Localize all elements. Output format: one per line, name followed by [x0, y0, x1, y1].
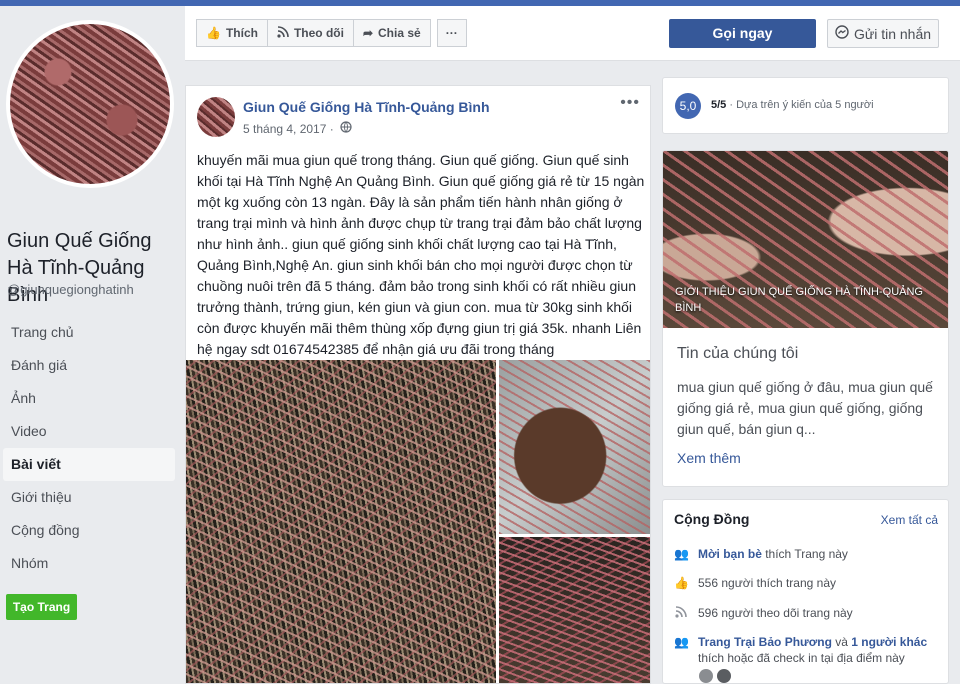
follow-button[interactable]: Theo dõi	[267, 19, 354, 47]
left-column: Giun Quế Giống Hà Tĩnh-Quảng Bình @giunq…	[0, 6, 184, 684]
follows-count: 596 người theo dõi trang này	[698, 606, 853, 620]
share-icon: ➦	[362, 26, 374, 40]
friend-avatars	[699, 669, 731, 683]
about-image-caption: GIỚI THIỆU GIUN QUẾ GIỐNG HÀ TĨNH-QUẢNG …	[675, 286, 923, 314]
post-options-button[interactable]: •••	[620, 94, 640, 112]
page-action-bar: 👍 Thích Theo dõi ➦ Chia sẻ ··· Gọi ngay …	[185, 6, 960, 61]
rating-detail: · Dựa trên ý kiến của 5 người	[726, 99, 874, 111]
community-title: Cộng Đồng	[674, 511, 750, 527]
post-photo-2[interactable]	[499, 360, 650, 534]
post-meta: 5 tháng 4, 2017 ·	[243, 121, 352, 136]
post-author-name[interactable]: Giun Quế Giống Hà Tĩnh-Quảng Bình	[243, 99, 490, 115]
globe-icon	[340, 121, 352, 136]
call-now-button[interactable]: Gọi ngay	[669, 19, 816, 48]
post-photo-1[interactable]	[186, 360, 496, 683]
friends-icon: 👥	[674, 635, 689, 649]
nav-item-groups[interactable]: Nhóm	[3, 547, 175, 580]
send-message-label: Gửi tin nhắn	[853, 25, 932, 42]
messenger-icon	[835, 25, 849, 42]
post-photo-3[interactable]	[499, 537, 650, 683]
page-nav: Trang chủ Đánh giá Ảnh Video Bài viết Gi…	[3, 316, 175, 580]
like-icon: 👍	[206, 26, 221, 40]
see-all-link[interactable]: Xem tất cả	[881, 513, 938, 527]
profile-picture[interactable]	[6, 20, 174, 188]
share-label: Chia sẻ	[378, 26, 421, 40]
post-author-avatar[interactable]	[197, 97, 235, 137]
checkin-text: thích hoặc đã check in tại địa điểm này	[698, 651, 905, 665]
rss-icon	[277, 25, 289, 41]
checkin-friend-link[interactable]: Trang Trại Bảo Phương	[698, 635, 832, 649]
community-card: Cộng Đồng Xem tất cả 👥 Mời bạn bè thích …	[662, 499, 949, 684]
rating-fraction: 5/5	[711, 99, 727, 111]
action-button-group: 👍 Thích Theo dõi ➦ Chia sẻ ···	[196, 19, 467, 47]
nav-item-home[interactable]: Trang chủ	[3, 316, 175, 349]
send-message-button[interactable]: Gửi tin nhắn	[827, 19, 939, 48]
create-page-button[interactable]: Tạo Trang	[6, 594, 77, 620]
invite-friends-link[interactable]: Mời bạn bè	[698, 547, 762, 561]
post-card: Giun Quế Giống Hà Tĩnh-Quảng Bình 5 thán…	[185, 85, 651, 684]
friends-icon: 👥	[674, 547, 689, 561]
follows-row: 596 người theo dõi trang này	[674, 605, 944, 621]
nav-item-community[interactable]: Cộng đồng	[3, 514, 175, 547]
post-date[interactable]: 5 tháng 4, 2017 ·	[243, 122, 334, 136]
like-label: Thích	[225, 26, 258, 40]
rating-card: 5,0 5/5 · Dựa trên ý kiến của 5 người	[662, 77, 949, 134]
nav-item-posts[interactable]: Bài viết	[3, 448, 175, 481]
more-options-button[interactable]: ···	[436, 19, 467, 47]
post-photo-grid	[186, 360, 650, 683]
invite-friends-text: thích Trang này	[761, 547, 848, 561]
checkin-and: và	[831, 635, 852, 649]
likes-count: 556 người thích trang này	[698, 576, 836, 590]
checkin-row: 👥 Trang Trại Bảo Phương và 1 người khác …	[674, 634, 944, 666]
nav-item-about[interactable]: Giới thiệu	[3, 481, 175, 514]
post-text: khuyến mãi mua giun quế trong tháng. Giu…	[197, 152, 645, 357]
nav-item-photos[interactable]: Ảnh	[3, 382, 175, 415]
rating-summary[interactable]: 5/5 · Dựa trên ý kiến của 5 người	[711, 99, 874, 111]
about-card: GIỚI THIỆU GIUN QUẾ GIỐNG HÀ TĨNH-QUẢNG …	[662, 150, 949, 487]
about-description: mua giun quế giống ở đâu, mua giun quế g…	[677, 379, 933, 437]
like-button[interactable]: 👍 Thích	[196, 19, 268, 47]
checkin-others-link[interactable]: 1 người khác	[851, 635, 927, 649]
nav-item-reviews[interactable]: Đánh giá	[3, 349, 175, 382]
page-handle[interactable]: @giunquegionghatinh	[7, 282, 134, 297]
follow-label: Theo dõi	[293, 26, 344, 40]
see-more-link[interactable]: Xem thêm	[677, 450, 741, 466]
likes-row: 👍 556 người thích trang này	[674, 575, 944, 591]
rating-score-badge: 5,0	[675, 93, 701, 119]
avatar[interactable]	[717, 669, 731, 683]
avatar[interactable]	[699, 669, 713, 683]
about-title: Tin của chúng tôi	[677, 345, 799, 362]
share-button[interactable]: ➦ Chia sẻ	[353, 19, 431, 47]
invite-friends-row: 👥 Mời bạn bè thích Trang này	[674, 546, 944, 562]
rss-icon	[674, 606, 688, 620]
nav-item-videos[interactable]: Video	[3, 415, 175, 448]
thumbs-up-icon: 👍	[674, 576, 689, 590]
